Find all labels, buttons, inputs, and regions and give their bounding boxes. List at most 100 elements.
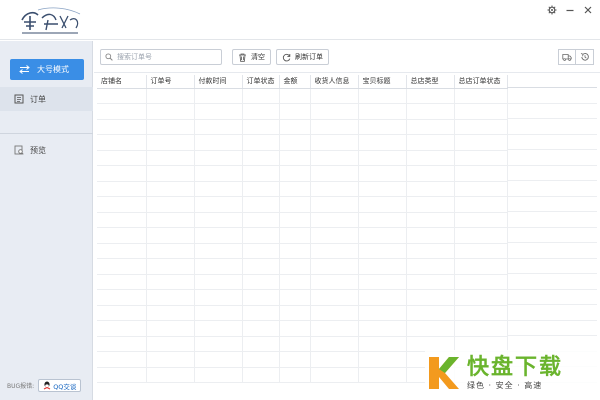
column-header[interactable]: 付款时间 — [194, 75, 243, 89]
column-header[interactable]: 金额 — [279, 75, 311, 89]
table-cell — [406, 103, 455, 120]
table-cell — [310, 212, 359, 228]
table-cell — [406, 227, 455, 244]
window-controls — [546, 4, 594, 16]
table-cell — [358, 88, 407, 104]
table-cell — [242, 289, 280, 306]
table-row — [97, 165, 508, 182]
table-cell — [242, 320, 280, 337]
table-cell — [310, 165, 359, 182]
table-cell — [310, 150, 359, 166]
table-row-filler — [507, 119, 597, 135]
large-mode-button[interactable]: 大号模式 — [10, 59, 84, 80]
table-cell — [454, 181, 508, 197]
table-cell — [279, 88, 311, 104]
table-cell — [194, 88, 243, 104]
table-cell — [454, 227, 508, 244]
table-row-filler — [507, 197, 597, 212]
table-cell — [358, 103, 407, 120]
table-header-row: 店铺名 订单号 付款时间 订单状态 金额 收货人信息 宝贝标题 总店类型 总店订… — [97, 75, 508, 89]
table-cell — [97, 181, 147, 197]
table-cell — [242, 119, 280, 135]
table-cell — [146, 243, 195, 259]
table-cell — [146, 103, 195, 120]
table-header-filler — [507, 75, 597, 88]
sidebar-item-preview[interactable]: 预览 — [0, 138, 93, 162]
table-row-filler — [507, 274, 597, 290]
table-cell — [310, 88, 359, 104]
column-header[interactable]: 总店类型 — [406, 75, 455, 89]
table-row-filler — [507, 243, 597, 259]
column-header[interactable]: 订单状态 — [242, 75, 280, 89]
search-icon — [105, 53, 113, 61]
search-input[interactable] — [117, 51, 217, 63]
table-cell — [310, 351, 359, 368]
table-cell — [146, 134, 195, 151]
table-cell — [97, 243, 147, 259]
table-cell — [454, 103, 508, 120]
table-cell — [406, 305, 455, 321]
table-cell — [97, 119, 147, 135]
table-row-filler — [507, 305, 597, 321]
minimize-icon[interactable] — [564, 4, 576, 16]
table-cell — [194, 289, 243, 306]
table-cell — [194, 351, 243, 368]
table-cell — [194, 243, 243, 259]
table-cell — [310, 336, 359, 352]
table-cell — [454, 243, 508, 259]
watermark-text: 快盘下载 绿色 · 安全 · 高速 — [467, 355, 563, 391]
table-cell — [146, 351, 195, 368]
orders-grid: 店铺名 订单号 付款时间 订单状态 金额 收货人信息 宝贝标题 总店类型 总店订… — [97, 75, 508, 383]
table-row-filler — [507, 290, 597, 305]
sidebar-item-orders[interactable]: 订单 — [0, 87, 93, 111]
table-cell — [194, 258, 243, 275]
shipping-button[interactable] — [558, 49, 576, 65]
table-row — [97, 212, 508, 228]
table-cell — [454, 258, 508, 275]
table-cell — [97, 258, 147, 275]
gear-icon[interactable] — [546, 4, 558, 16]
table-cell — [242, 181, 280, 197]
history-button[interactable] — [576, 49, 594, 65]
table-cell — [310, 227, 359, 244]
table-cell — [454, 88, 508, 104]
sidebar-item-label: 订单 — [30, 94, 46, 104]
table-cell — [279, 212, 311, 228]
table-cell — [242, 196, 280, 213]
table-cell — [406, 243, 455, 259]
column-header[interactable]: 宝贝标题 — [358, 75, 407, 89]
table-row-filler — [507, 228, 597, 243]
table-cell — [194, 212, 243, 228]
table-cell — [406, 119, 455, 135]
clear-button[interactable]: 清空 — [232, 49, 271, 65]
table-row-filler — [507, 104, 597, 119]
qq-chat-button[interactable]: QQ交谈 — [38, 379, 82, 392]
table-empty-area — [507, 75, 597, 397]
table-cell — [97, 336, 147, 352]
refresh-orders-button[interactable]: 刷新订单 — [276, 49, 329, 65]
table-cell — [146, 336, 195, 352]
table-cell — [97, 305, 147, 321]
column-header[interactable]: 收货人信息 — [310, 75, 359, 89]
close-icon[interactable] — [582, 4, 594, 16]
table-row — [97, 305, 508, 321]
table-cell — [194, 119, 243, 135]
site-watermark: 快盘下载 绿色 · 安全 · 高速 — [425, 350, 597, 396]
table-cell — [310, 274, 359, 290]
table-cell — [242, 212, 280, 228]
table-row-filler — [507, 259, 597, 274]
truck-icon — [562, 54, 572, 61]
table-row — [97, 150, 508, 166]
table-cell — [310, 243, 359, 259]
table-cell — [358, 227, 407, 244]
table-cell — [97, 274, 147, 290]
column-header[interactable]: 店铺名 — [97, 75, 147, 89]
search-box[interactable] — [100, 49, 222, 65]
table-cell — [454, 274, 508, 290]
table-cell — [242, 150, 280, 166]
column-header[interactable]: 订单号 — [146, 75, 195, 89]
table-cell — [279, 351, 311, 368]
table-cell — [242, 243, 280, 259]
column-header[interactable]: 总店订单状态 — [454, 75, 508, 89]
table-cell — [406, 134, 455, 151]
